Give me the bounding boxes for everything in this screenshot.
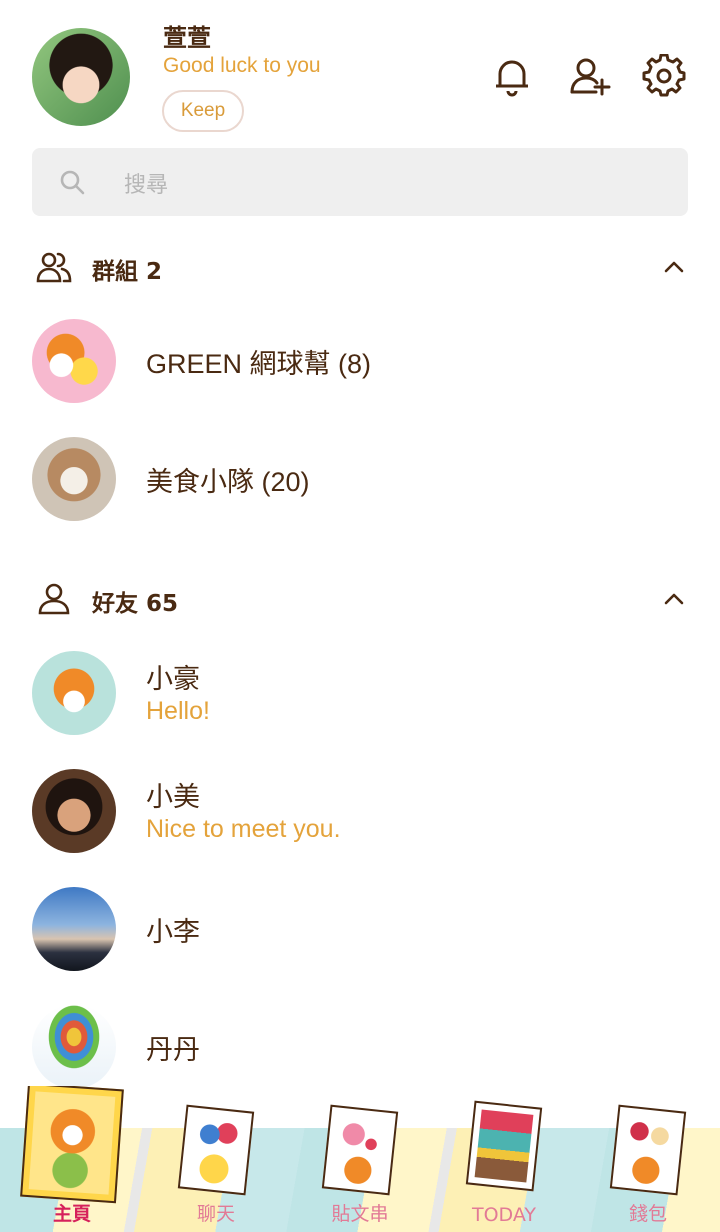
timeline-tab-icon: [321, 1104, 399, 1196]
chevron-up-icon[interactable]: [660, 253, 688, 281]
friend-avatar: [32, 887, 116, 971]
chat-tab-icon: [177, 1104, 255, 1196]
chevron-up-icon[interactable]: [660, 585, 688, 613]
friend-avatar: [32, 769, 116, 853]
friend-avatar: [32, 651, 116, 735]
friend-name: 丹丹: [146, 1035, 200, 1065]
group-row[interactable]: 美食小隊 (20): [32, 437, 688, 537]
group-name: GREEN 網球幫 (8): [146, 349, 372, 379]
friend-row[interactable]: 小李: [32, 887, 688, 987]
profile-header: 萱萱 Good luck to you Keep: [0, 0, 720, 140]
friends-section-header[interactable]: 好友 65: [32, 577, 688, 621]
tab-chats-label: 聊天: [196, 1203, 235, 1225]
today-tab-icon: [465, 1100, 543, 1192]
search-input[interactable]: 搜尋: [124, 167, 168, 199]
search-icon: [58, 168, 86, 196]
keep-button[interactable]: Keep: [162, 90, 244, 132]
friend-status-message: Nice to meet you.: [146, 815, 341, 843]
status-message[interactable]: Good luck to you: [163, 54, 321, 78]
group-avatar: [32, 319, 116, 403]
bell-icon[interactable]: [490, 54, 534, 98]
group-avatar: [32, 437, 116, 521]
friend-name: 小豪: [146, 664, 200, 694]
friend-avatar: [32, 1005, 116, 1089]
tab-wallet-label: 錢包: [628, 1203, 667, 1225]
tab-chats[interactable]: 聊天: [144, 1086, 288, 1232]
tab-timeline[interactable]: 貼文串: [288, 1086, 432, 1232]
gear-icon[interactable]: [642, 53, 686, 98]
wallet-tab-icon: [609, 1104, 687, 1196]
friend-row[interactable]: 小美 Nice to meet you.: [32, 769, 688, 869]
friend-name: 小美: [146, 782, 200, 812]
tab-today[interactable]: TODAY: [432, 1086, 576, 1232]
tab-timeline-label: 貼文串: [331, 1203, 389, 1225]
bottom-tab-bar: 主頁 聊天 貼文串 TODAY 錢包: [0, 1086, 720, 1232]
group-name: 美食小隊 (20): [146, 467, 310, 497]
friend-row[interactable]: 小豪 Hello!: [32, 651, 688, 751]
groups-section-header[interactable]: 群組 2: [32, 245, 688, 289]
add-friend-icon[interactable]: [568, 54, 612, 98]
profile-avatar[interactable]: [32, 28, 130, 126]
group-icon: [36, 249, 72, 285]
friend-status-message: Hello!: [146, 697, 210, 725]
friends-section-label: 好友 65: [92, 591, 179, 617]
tab-home-label: 主頁: [52, 1203, 91, 1225]
group-row[interactable]: GREEN 網球幫 (8): [32, 319, 688, 419]
person-icon: [36, 581, 72, 617]
tab-home[interactable]: 主頁: [0, 1086, 144, 1232]
profile-name[interactable]: 萱萱: [163, 18, 211, 53]
tab-today-label: TODAY: [472, 1204, 536, 1226]
groups-section-label: 群組 2: [92, 259, 163, 285]
tab-wallet[interactable]: 錢包: [576, 1086, 720, 1232]
home-tab-icon: [20, 1086, 124, 1204]
search-bar[interactable]: 搜尋: [32, 148, 688, 216]
friend-name: 小李: [146, 917, 200, 947]
